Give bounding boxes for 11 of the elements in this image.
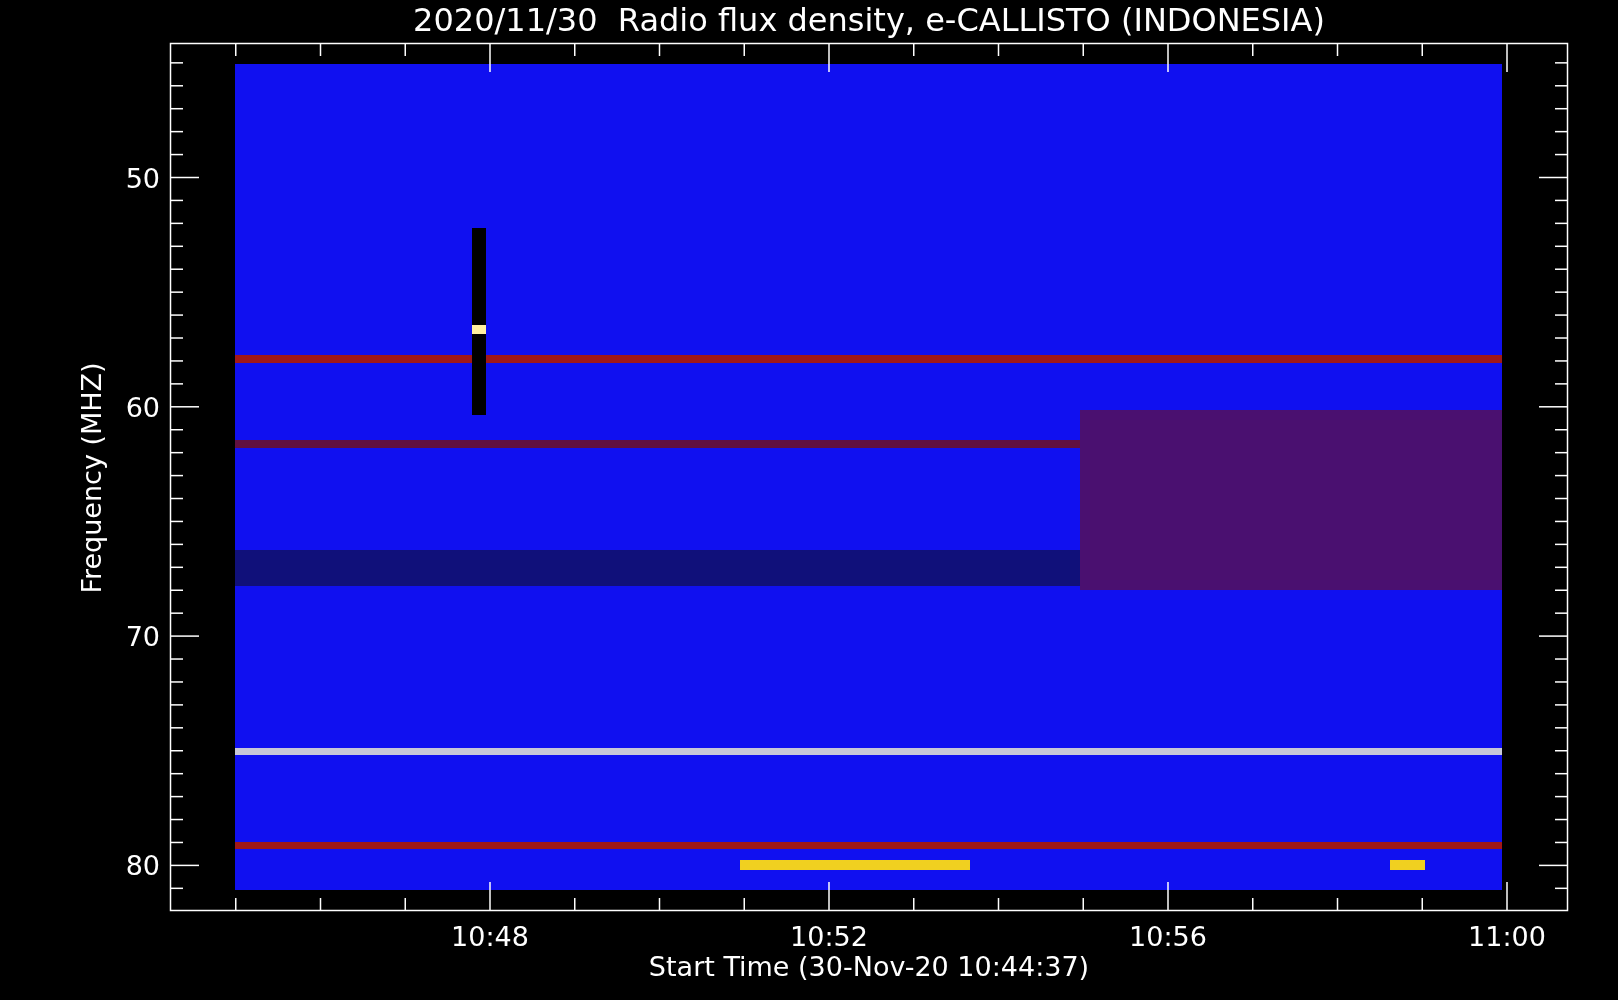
x-tick-label: 10:48: [451, 921, 529, 952]
x-tick-label: 10:56: [1129, 921, 1207, 952]
x-tick-label: 10:52: [790, 921, 868, 952]
y-tick-label: 50: [125, 162, 160, 194]
y-tick-label: 80: [125, 850, 160, 882]
y-tick-label: 60: [125, 391, 160, 423]
y-axis-label: Frequency (MHZ): [76, 362, 107, 594]
y-tick-label: 70: [125, 621, 160, 653]
chart-title: 2020/11/30 Radio flux density, e-CALLISTO (INDONESIA): [413, 1, 1325, 39]
x-tick-label: 11:00: [1468, 921, 1546, 952]
x-axis-label: Start Time (30-Nov-20 10:44:37): [648, 951, 1090, 982]
